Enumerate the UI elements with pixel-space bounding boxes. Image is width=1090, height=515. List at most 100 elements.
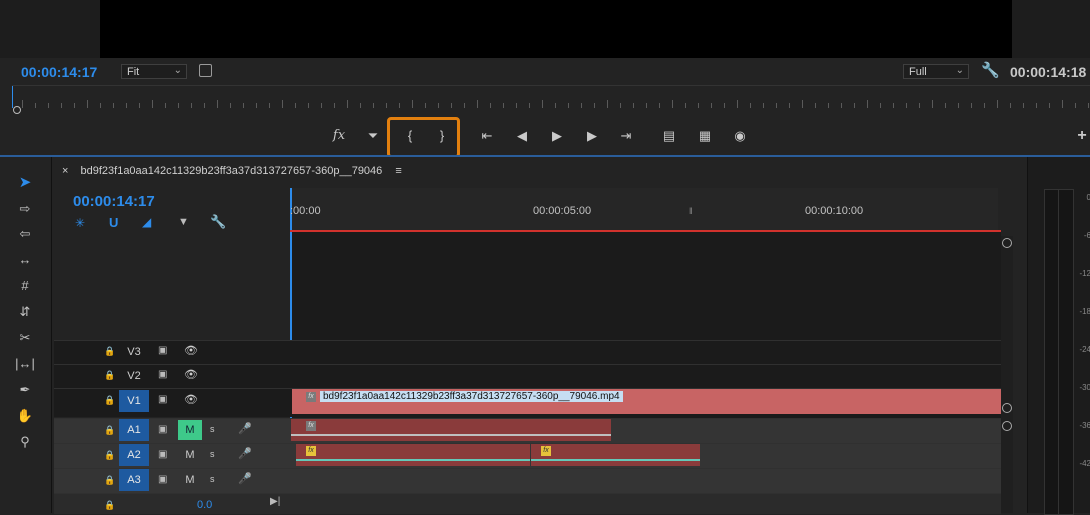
video-clip-v1[interactable]: fx bd9f23f1a0aa142c11329b23ff3a37d313727… bbox=[292, 389, 1001, 414]
monitor-video-frame bbox=[100, 0, 1012, 58]
monitor-time-ruler[interactable] bbox=[12, 85, 1090, 108]
track-name-v1[interactable]: V1 bbox=[119, 390, 149, 412]
zoom-select-value: Fit bbox=[127, 66, 140, 78]
settings-icon[interactable] bbox=[199, 64, 212, 77]
linked-selection-icon[interactable]: ◢ bbox=[142, 215, 151, 229]
ruler-label-10s: 00:00:10:00 bbox=[805, 205, 864, 217]
sequence-tab-label: bd9f23f1a0aa142c11329b23ff3a37d313727657… bbox=[80, 165, 383, 177]
track-name-v3[interactable]: V3 bbox=[119, 341, 149, 363]
snap-icon[interactable]: U bbox=[109, 215, 118, 230]
sequence-timecode[interactable]: 00:00:14:17 bbox=[73, 193, 155, 210]
audio-clip-a1[interactable]: fx bbox=[291, 419, 611, 441]
sync-lock-icon[interactable]: ▣ bbox=[158, 474, 167, 485]
lock-icon[interactable]: 🔒 bbox=[104, 370, 115, 381]
fx-badge: fx bbox=[306, 392, 316, 402]
add-marker-icon[interactable]: ▼ bbox=[178, 216, 189, 228]
lock-icon[interactable]: 🔒 bbox=[104, 395, 115, 406]
audio-clip-a2-1[interactable]: fx bbox=[296, 444, 530, 466]
solo-button[interactable]: S bbox=[210, 474, 215, 484]
fx-badge: fx bbox=[306, 421, 316, 431]
hand-tool-icon[interactable]: ✋ bbox=[14, 407, 36, 425]
tools-panel: ➤ ⇨ ⇦ ↔ # ⇵ ✂ |↔| ✒ ✋ ⚲ bbox=[0, 157, 52, 513]
play-icon[interactable]: ▶ bbox=[546, 126, 568, 146]
microphone-icon[interactable]: 🎤 bbox=[238, 422, 252, 435]
chevron-down-icon: ⌄ bbox=[173, 65, 182, 76]
clip-name: bd9f23f1a0aa142c11329b23ff3a37d313727657… bbox=[320, 391, 623, 402]
lock-icon[interactable]: 🔒 bbox=[104, 475, 115, 486]
fx-icon[interactable]: fx bbox=[328, 126, 350, 146]
track-name-a2[interactable]: A2 bbox=[119, 444, 149, 466]
meter-scale-label: -36 bbox=[1079, 421, 1090, 430]
meter-scale-label: -18 bbox=[1079, 307, 1090, 316]
rate-stretch-tool-icon[interactable]: # bbox=[14, 277, 36, 295]
add-icon[interactable]: + bbox=[1071, 126, 1090, 146]
pen-tool-icon[interactable]: ✒ bbox=[14, 381, 36, 399]
meter-scale-label: -12 bbox=[1079, 269, 1090, 278]
lock-icon[interactable]: 🔒 bbox=[104, 450, 115, 461]
close-icon[interactable]: × bbox=[62, 165, 68, 177]
ripple-edit-tool-icon[interactable]: ⇦ bbox=[14, 225, 36, 243]
fx-badge: fx bbox=[541, 446, 551, 456]
audio-clip-a2-2[interactable]: fx bbox=[531, 444, 700, 466]
razor-tool-icon[interactable]: ⇵ bbox=[14, 303, 36, 321]
lift-icon[interactable]: ▤ bbox=[658, 126, 680, 146]
resolution-select-value: Full bbox=[909, 66, 927, 78]
track-name-a3[interactable]: A3 bbox=[119, 469, 149, 491]
lock-icon[interactable]: 🔒 bbox=[104, 425, 115, 436]
meter-scale-label: 0 bbox=[1086, 193, 1090, 202]
master-volume[interactable]: 0.0 bbox=[197, 499, 212, 511]
wrench-icon[interactable]: 🔧 bbox=[981, 61, 1000, 79]
scroll-handle-top[interactable] bbox=[1002, 238, 1012, 248]
sync-lock-icon[interactable]: ▣ bbox=[158, 369, 167, 380]
solo-button[interactable]: S bbox=[210, 449, 215, 459]
slip-tool-icon[interactable]: ✂ bbox=[14, 329, 36, 347]
sync-lock-icon[interactable]: ▣ bbox=[158, 345, 167, 356]
monitor-timecode-left[interactable]: 00:00:14:17 bbox=[21, 64, 97, 80]
go-to-end-icon[interactable]: ▶| bbox=[270, 496, 280, 507]
step-forward-icon[interactable]: ▶ bbox=[581, 126, 603, 146]
track-name-v2[interactable]: V2 bbox=[119, 365, 149, 387]
resolution-select[interactable]: Full ⌄ bbox=[903, 64, 969, 79]
fx-badge: fx bbox=[306, 446, 316, 456]
extract-icon[interactable]: ▦ bbox=[694, 126, 716, 146]
meter-scale-label: -24 bbox=[1079, 345, 1090, 354]
zoom-tool-icon[interactable]: ⚲ bbox=[14, 433, 36, 451]
track-select-tool-icon[interactable]: ⇨ bbox=[14, 200, 36, 218]
track-name-a1[interactable]: A1 bbox=[119, 419, 149, 441]
mute-button[interactable]: M bbox=[178, 445, 202, 465]
mute-button[interactable]: M bbox=[178, 420, 202, 440]
scroll-handle-mid[interactable] bbox=[1002, 403, 1012, 413]
go-to-out-icon[interactable]: ⇥ bbox=[615, 126, 637, 146]
nest-icon[interactable]: ✳ bbox=[75, 216, 85, 230]
step-back-icon[interactable]: ◀ bbox=[511, 126, 533, 146]
sync-lock-icon[interactable]: ▣ bbox=[158, 424, 167, 435]
go-to-in-icon[interactable]: ⇤ bbox=[476, 126, 498, 146]
sync-lock-icon[interactable]: ▣ bbox=[158, 394, 167, 405]
timeline-ruler[interactable]: :00:00 00:00:05:00 00:00:10:00 ‖ bbox=[290, 188, 1001, 232]
mute-button[interactable]: M bbox=[178, 470, 202, 490]
eye-icon[interactable]: 👁 bbox=[184, 344, 198, 357]
microphone-icon[interactable]: 🎤 bbox=[238, 447, 252, 460]
eye-icon[interactable]: 👁 bbox=[184, 393, 198, 406]
marker-icon[interactable]: ⏷ bbox=[362, 126, 384, 146]
eye-icon[interactable]: 👁 bbox=[184, 368, 198, 381]
rolling-edit-tool-icon[interactable]: ↔ bbox=[14, 251, 36, 269]
scroll-handle-audio[interactable] bbox=[1002, 421, 1012, 431]
selection-tool-icon[interactable]: ➤ bbox=[14, 174, 36, 192]
lock-icon[interactable]: 🔒 bbox=[104, 500, 115, 511]
chevron-down-icon: ⌄ bbox=[955, 65, 964, 76]
lock-icon[interactable]: 🔒 bbox=[104, 346, 115, 357]
ruler-label-5s: 00:00:05:00 bbox=[533, 205, 592, 217]
microphone-icon[interactable]: 🎤 bbox=[238, 472, 252, 485]
sync-lock-icon[interactable]: ▣ bbox=[158, 449, 167, 460]
ruler-label-0: :00:00 bbox=[290, 205, 321, 217]
menu-icon[interactable]: ≡ bbox=[395, 165, 401, 177]
slide-tool-icon[interactable]: |↔| bbox=[14, 355, 36, 373]
vertical-scrollbar[interactable] bbox=[1001, 236, 1013, 513]
zoom-select[interactable]: Fit ⌄ bbox=[121, 64, 187, 79]
export-frame-icon[interactable]: ◉ bbox=[729, 126, 751, 146]
zoom-scroll-handle[interactable] bbox=[13, 106, 21, 114]
solo-button[interactable]: S bbox=[210, 424, 215, 434]
sequence-tab[interactable]: × bd9f23f1a0aa142c11329b23ff3a37d3137276… bbox=[62, 165, 402, 177]
timeline-settings-icon[interactable]: 🔧 bbox=[210, 214, 226, 230]
